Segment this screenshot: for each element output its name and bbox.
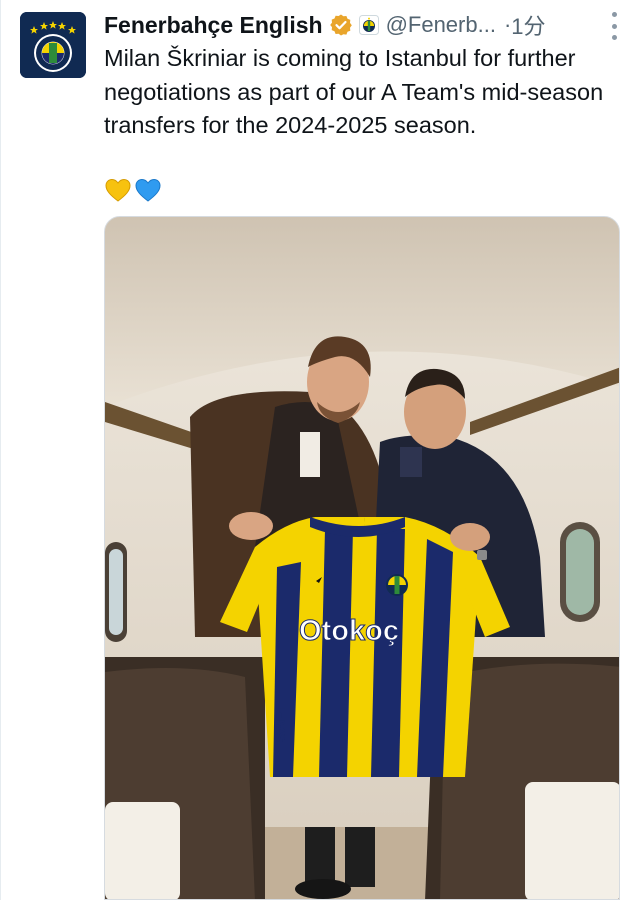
tweet-photo[interactable]: Otokoç SAFI [104, 216, 620, 900]
user-handle[interactable]: @Fenerb... [386, 12, 496, 38]
timestamp[interactable]: 1分 [511, 9, 545, 41]
fenerbahce-crest-icon [20, 12, 86, 78]
timeline-divider [0, 0, 1, 900]
emoji-line [104, 176, 162, 204]
sleeve-sponsor-text: SAFI [272, 708, 289, 742]
affiliate-badge-icon[interactable] [358, 15, 379, 35]
more-options-icon[interactable] [610, 12, 618, 40]
jersey-sponsor-text: Otokoç [299, 615, 399, 647]
display-name[interactable]: Fenerbahçe English [104, 12, 323, 39]
yellow-heart-icon [104, 176, 132, 204]
verified-badge-icon [329, 13, 353, 37]
blue-heart-icon [134, 176, 162, 204]
separator-dot: · [503, 12, 512, 37]
tweet-header: Fenerbahçe English @Fenerb... · 1分 [104, 8, 640, 42]
tweet-text: Milan Škriniar is coming to Istanbul for… [104, 45, 610, 138]
photo-scene: Otokoç SAFI [105, 217, 619, 899]
avatar[interactable] [20, 12, 86, 78]
